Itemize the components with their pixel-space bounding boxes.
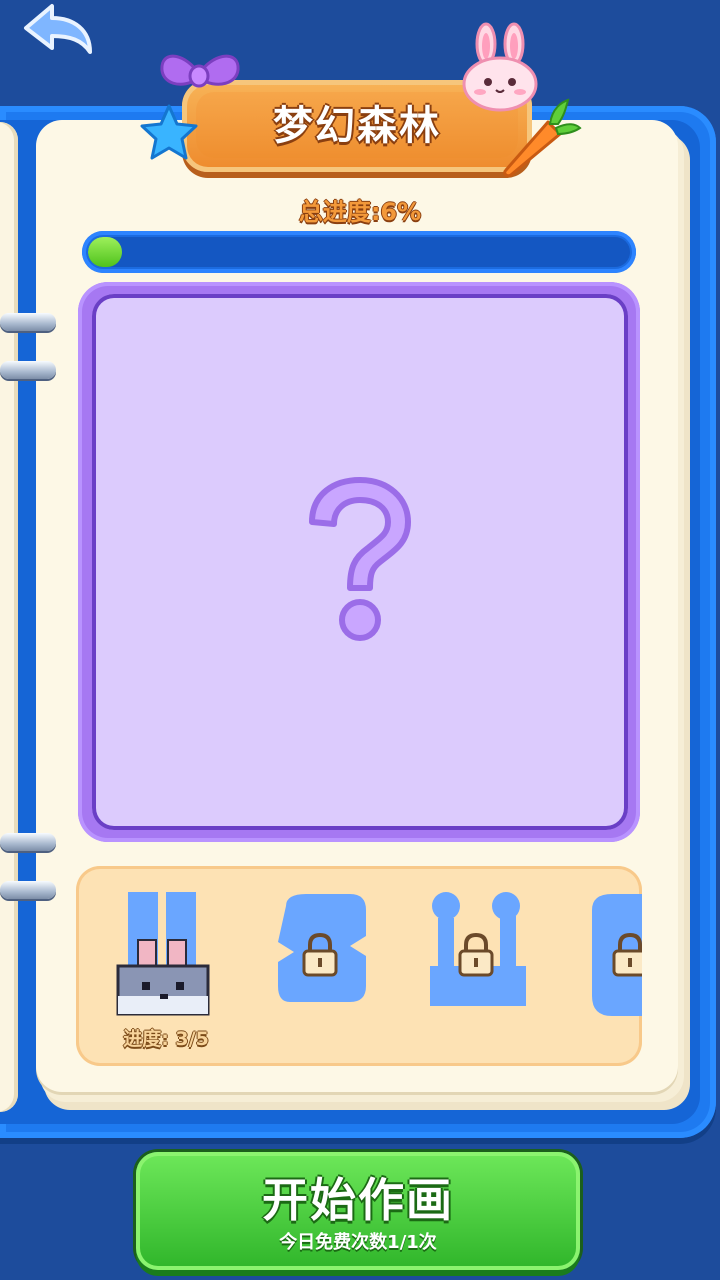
start-drawing-label: 开始作画 [262,1173,454,1227]
thumbnail-bunny[interactable]: 进度: 3/5 [76,866,256,1066]
binder-ring [0,881,56,899]
binder-ring [0,833,56,851]
thumbnail-progress: 进度: 3/5 [123,1028,209,1050]
binder-ring [0,361,56,379]
left-page [0,122,18,1112]
star-icon [140,104,198,160]
bow-icon [160,54,240,88]
total-progress-label: 总进度:6% [298,198,422,226]
carrot-icon [503,98,582,178]
thumbnail-locked[interactable] [584,866,642,1066]
lock-icon [458,932,494,977]
back-arrow-icon [24,4,92,54]
free-attempts-label: 今日免费次数1/1次 [279,1232,437,1253]
lock-icon [302,932,338,977]
lock-icon [612,932,642,977]
thumbnail-locked[interactable] [266,866,386,1066]
thumbnail-locked[interactable] [416,866,536,1066]
question-mark-icon [309,477,411,641]
progress-bar-fill [88,237,122,267]
start-drawing-button[interactable]: 开始作画 今日免费次数1/1次 [136,1152,580,1270]
binder-ring [0,313,56,331]
thumbnail-strip[interactable]: 进度: 3/5 [76,866,642,1066]
progress-bar-inner [88,237,630,267]
bunny-pixel-art-icon [116,892,210,1016]
back-button[interactable] [18,2,98,64]
